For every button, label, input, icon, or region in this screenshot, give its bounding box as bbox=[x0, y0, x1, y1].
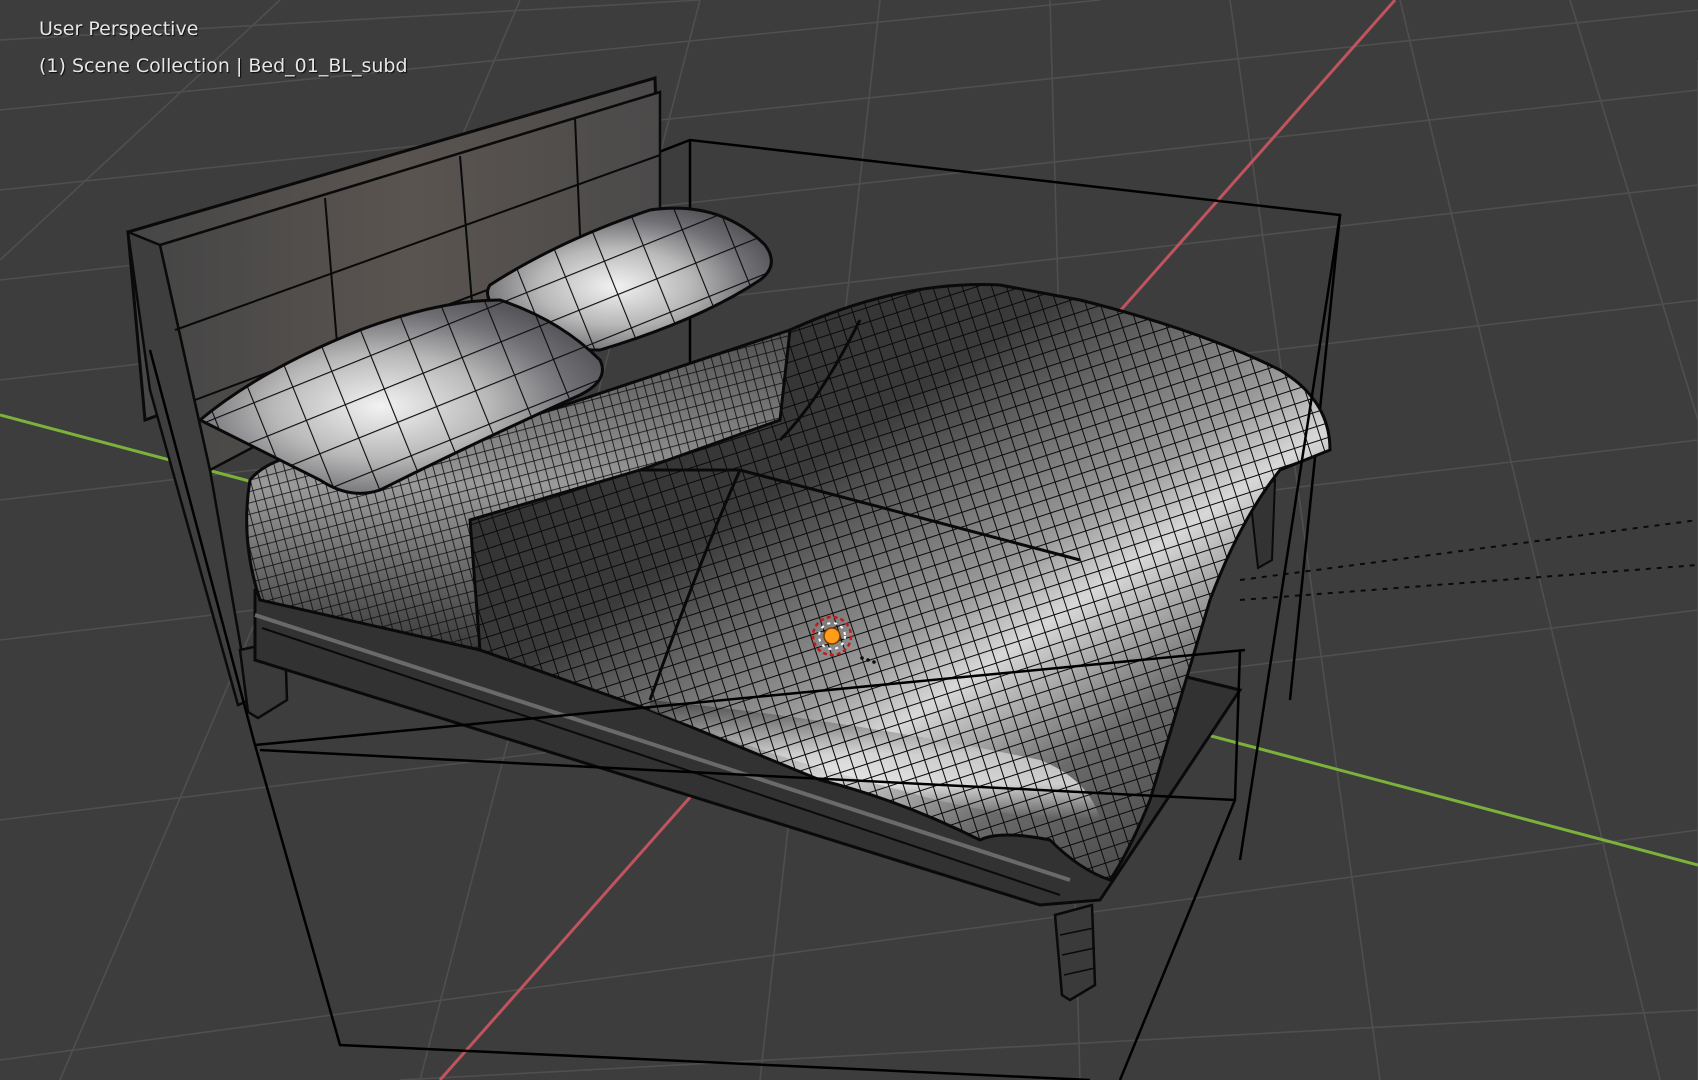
scene-canvas[interactable] bbox=[0, 0, 1698, 1080]
3d-viewport[interactable]: User Perspective (1) Scene Collection | … bbox=[0, 0, 1698, 1080]
light-direction-lines bbox=[1239, 519, 1698, 601]
collection-info-label: (1) Scene Collection | Bed_01_BL_subd bbox=[39, 55, 408, 77]
view-name-label: User Perspective bbox=[39, 18, 199, 40]
object-origin-icon bbox=[823, 627, 841, 645]
